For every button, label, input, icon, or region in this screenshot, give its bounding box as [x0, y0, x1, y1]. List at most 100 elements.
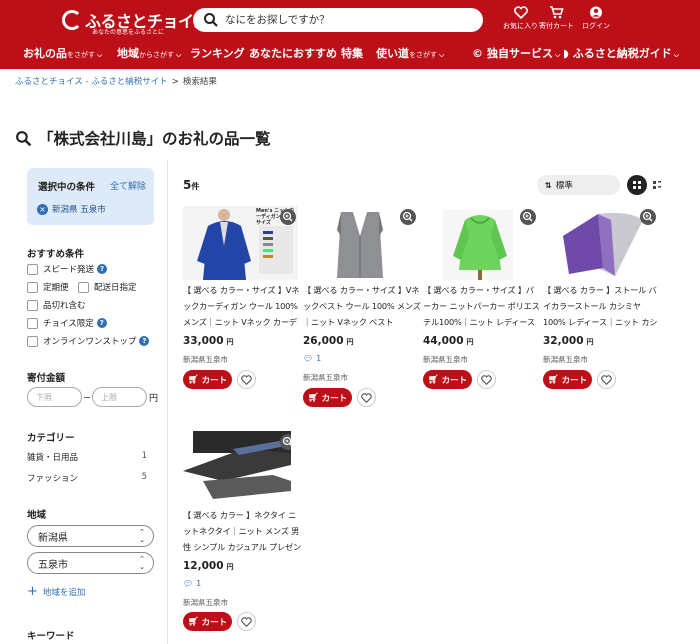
cart-icon: 🛒︎	[187, 374, 199, 385]
comment-count[interactable]: 💬︎ 1	[303, 354, 321, 363]
add-to-cart-button[interactable]: 🛒︎ カート	[183, 612, 232, 631]
favorite-button[interactable]	[597, 370, 616, 389]
nav-item-ranking[interactable]: ランキング	[190, 45, 245, 61]
selected-conditions-box: 選択中の条件 全て解除 × 新潟県 五泉市	[27, 168, 154, 225]
add-area-link[interactable]: + 地域を追加	[27, 584, 85, 599]
product-title[interactable]: 【 選べる カラー・サイズ 】Vネックカーディガン ウール 100% メンズ｜ニ…	[183, 282, 301, 331]
breadcrumb-home-link[interactable]: ふるさとチョイス - ふるさと納税サイト	[15, 77, 168, 87]
help-icon[interactable]: ?	[96, 318, 107, 328]
zoom-button[interactable]	[400, 209, 416, 225]
keyword-heading: キーワード	[27, 631, 75, 642]
product-image[interactable]	[303, 206, 418, 280]
checkbox-choice-limited[interactable]: チョイス限定?	[27, 317, 107, 329]
clear-all-link[interactable]: 全て解除	[110, 179, 146, 192]
heart-icon	[241, 616, 252, 627]
category-item[interactable]: 雑貨・日用品 1	[27, 451, 147, 463]
heart-icon	[361, 392, 372, 403]
checkbox-box[interactable]	[27, 335, 38, 347]
nav-item-label: ふるさと納税ガイド	[572, 47, 672, 60]
zoom-button[interactable]	[640, 209, 656, 225]
donation-cart-button[interactable]: 寄付カート	[539, 6, 574, 31]
necktie-image	[183, 431, 291, 505]
add-to-cart-button[interactable]: 🛒︎ カート	[423, 370, 472, 389]
add-to-cart-button[interactable]: 🛒︎ カート	[183, 370, 232, 389]
favorite-button[interactable]	[357, 388, 376, 407]
favorite-button[interactable]	[237, 370, 256, 389]
product-title[interactable]: 【 選べる カラー・サイズ 】Vネックベスト ウール 100% メンズ｜ニット …	[303, 282, 421, 331]
product-card[interactable]: 【 選べる カラー 】ストール バイカラーストール カシミヤ100% レディース…	[543, 206, 659, 391]
product-image[interactable]	[183, 431, 291, 505]
list-icon	[653, 181, 661, 189]
checkbox-box[interactable]	[27, 299, 38, 311]
cart-button-label: カート	[561, 375, 588, 386]
selected-condition-chip[interactable]: × 新潟県 五泉市	[37, 203, 106, 215]
help-icon[interactable]: ?	[139, 336, 150, 346]
price-unit: 円	[346, 338, 354, 346]
prefecture-select[interactable]: 新潟県 ⌃ ⌄	[27, 525, 154, 547]
product-location: 新潟県五泉市	[183, 355, 228, 364]
product-image[interactable]	[423, 206, 538, 280]
category-item[interactable]: ファッション 5	[27, 472, 147, 484]
search-input[interactable]	[225, 14, 465, 26]
favorites-button[interactable]: お気に入り	[503, 6, 538, 31]
checkbox-soldout[interactable]: 品切れ含む	[27, 299, 86, 311]
comment-count[interactable]: 💬︎ 1	[183, 579, 201, 588]
nav-item-label: 特集	[341, 47, 363, 60]
product-title[interactable]: 【 選べる カラー・サイズ 】パーカー ニットパーカー ポリエステル100%｜ニ…	[423, 282, 541, 331]
zoom-button[interactable]	[280, 209, 296, 225]
nav-item-sub: をさがす	[67, 51, 95, 59]
product-image[interactable]: Men's ニットカーディガン M・Lサイズ	[183, 206, 298, 280]
product-image[interactable]	[543, 206, 658, 280]
checkbox-box[interactable]	[27, 263, 38, 275]
zoom-button[interactable]	[280, 434, 291, 450]
nav-item-feature[interactable]: 特集	[341, 45, 363, 61]
amount-min-input[interactable]	[27, 387, 82, 407]
product-price: 12,000 円	[183, 560, 234, 572]
add-to-cart-button[interactable]: 🛒︎ カート	[303, 388, 352, 407]
checkbox-box[interactable]	[27, 281, 38, 293]
product-title[interactable]: 【 選べる カラー 】ネクタイ ニットネクタイ｜ニット メンズ 男性 シンプル …	[183, 507, 301, 556]
grid-view-button[interactable]	[627, 175, 647, 195]
checkbox-speed[interactable]: スピード発送?	[27, 263, 108, 275]
product-title[interactable]: 【 選べる カラー 】ストール バイカラーストール カシミヤ100% レディース…	[543, 282, 661, 331]
nav-item-gifts[interactable]: お礼の品 をさがす ⌵	[23, 45, 102, 61]
help-icon[interactable]: ?	[97, 264, 108, 274]
nav-item-usage[interactable]: 使い道 をさがす ⌵	[376, 45, 444, 61]
amount-max-input[interactable]	[92, 387, 147, 407]
list-view-button[interactable]	[650, 175, 666, 195]
zoom-button[interactable]	[520, 209, 536, 225]
login-button[interactable]: ログイン	[582, 6, 610, 31]
product-price: 32,000 円	[543, 335, 594, 347]
chevron-updown-icon: ⌃ ⌄	[139, 555, 145, 571]
checkbox-subscription[interactable]: 定期便	[27, 281, 69, 293]
amount-heading: 寄付金額	[27, 373, 66, 384]
product-card[interactable]: Men's ニットカーディガン M・Lサイズ 【 選べる カラー・サイズ 】Vネ…	[183, 206, 299, 391]
nav-item-label: 使い道	[376, 47, 409, 60]
product-price: 33,000 円	[183, 335, 234, 347]
search-bar[interactable]	[193, 8, 483, 32]
favorite-button[interactable]	[477, 370, 496, 389]
checkbox-box[interactable]	[27, 317, 38, 329]
nav-item-region[interactable]: 地域 からさがす ⌵	[117, 45, 181, 61]
nav-item-guide[interactable]: ◗ ふるさと納税ガイド ⌵	[563, 45, 679, 61]
product-card[interactable]: 【 選べる カラー・サイズ 】パーカー ニットパーカー ポリエステル100%｜ニ…	[423, 206, 541, 391]
nav-item-services[interactable]: © 独自サービス ⌵	[472, 45, 560, 61]
nav-item-recommend[interactable]: あなたにおすすめ	[249, 45, 337, 61]
city-select[interactable]: 五泉市 ⌃ ⌄	[27, 552, 154, 574]
product-card[interactable]: 【 選べる カラー・サイズ 】Vネックベスト ウール 100% メンズ｜ニット …	[303, 206, 421, 411]
favorite-button[interactable]	[237, 612, 256, 631]
add-to-cart-button[interactable]: 🛒︎ カート	[543, 370, 592, 389]
breadcrumb-current: 検索結果	[182, 77, 217, 87]
chevron-down-icon: ⌵	[97, 51, 103, 59]
nav-item-label: お礼の品	[23, 47, 67, 60]
checkbox-label: スピード発送	[43, 265, 95, 275]
checkbox-online-onestop[interactable]: オンラインワンストップ?	[27, 335, 150, 347]
product-location: 新潟県五泉市	[543, 355, 588, 364]
checkbox-box[interactable]	[78, 281, 89, 293]
close-icon[interactable]: ×	[37, 203, 48, 215]
zoom-in-icon	[282, 211, 293, 222]
price-value: 26,000	[303, 335, 344, 347]
product-card[interactable]: 【 選べる カラー 】ネクタイ ニットネクタイ｜ニット メンズ 男性 シンプル …	[183, 431, 301, 636]
checkbox-delivery-date[interactable]: 配送日指定	[78, 281, 137, 293]
sort-select[interactable]: ⇅ 標準	[537, 175, 620, 195]
